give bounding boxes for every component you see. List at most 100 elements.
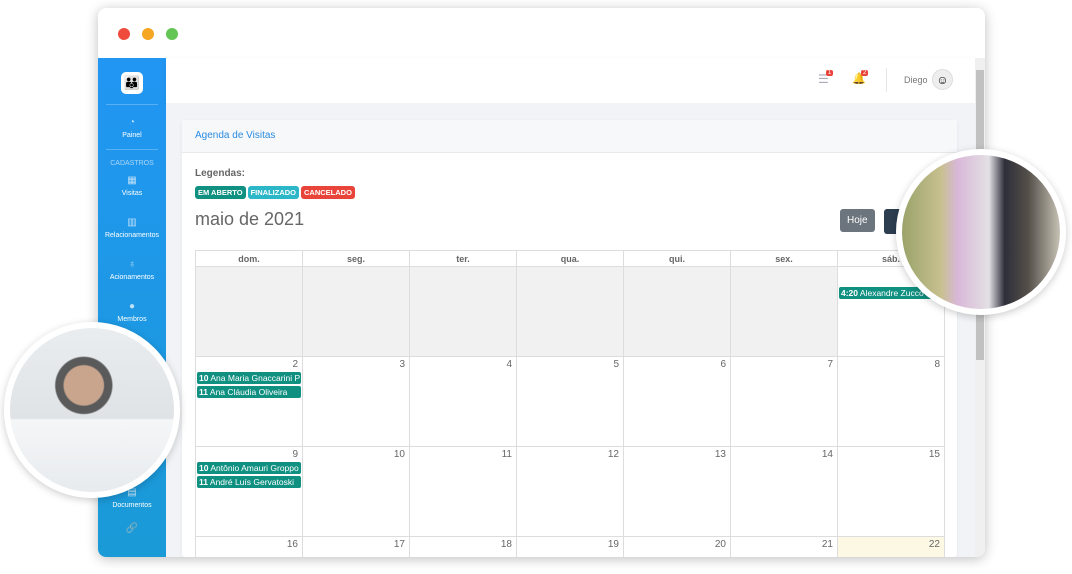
- sidebar-item-acionamentos[interactable]: ♁ Acionamentos: [98, 259, 166, 281]
- event-time: 4:20: [841, 288, 859, 298]
- main-content: Agenda de Visitas Legendas: EM ABERTO FIN…: [166, 103, 975, 557]
- week-row: 16 17 18 19 20 21 22: [195, 536, 945, 557]
- sidebar-item-label: Acionamentos: [109, 274, 155, 281]
- day-cell[interactable]: 17: [302, 536, 410, 557]
- minimize-dot[interactable]: [142, 28, 154, 40]
- sidebar-item-label: Relacionamentos: [104, 232, 160, 239]
- sidebar-item-label: Visitas: [121, 190, 143, 197]
- day-cell[interactable]: [730, 266, 838, 357]
- legend-canceled: CANCELADO: [301, 186, 355, 199]
- day-cell[interactable]: 3: [302, 356, 410, 447]
- event[interactable]: 11 André Luís Gervatoski: [197, 476, 301, 488]
- day-cell[interactable]: 20: [623, 536, 731, 557]
- avatar[interactable]: ☺: [932, 69, 953, 90]
- day-header: qua.: [516, 250, 624, 267]
- sidebar-item-relacionamentos[interactable]: ▥ Relacionamentos: [98, 217, 166, 239]
- day-cell[interactable]: 13: [623, 446, 731, 537]
- stethoscope-icon: ♁: [128, 259, 136, 270]
- week-row: 9 10 Antônio Amauri Groppo 11 André Luís…: [195, 446, 945, 537]
- day-cell[interactable]: 7: [730, 356, 838, 447]
- divider: [106, 149, 158, 150]
- user-icon: ●: [128, 301, 136, 312]
- event-time: 11: [199, 387, 208, 397]
- event[interactable]: 11 Ana Cláudia Oliveira: [197, 386, 301, 398]
- day-number: 9: [292, 449, 298, 460]
- event-name: Ana Cláudia Oliveira: [209, 387, 288, 397]
- link-icon[interactable]: 🔗: [98, 523, 166, 534]
- sidebar-item-label: Membros: [117, 316, 147, 323]
- day-cell[interactable]: 21: [730, 536, 838, 557]
- day-cell-today[interactable]: 22: [837, 536, 945, 557]
- day-cell[interactable]: 10: [302, 446, 410, 537]
- day-cell[interactable]: [516, 266, 624, 357]
- legend-open: EM ABERTO: [195, 186, 246, 199]
- day-cell[interactable]: 2 10 Ana Maria Gnaccarini P 11 Ana Cláud…: [195, 356, 303, 447]
- hospital-visit-photo: [896, 149, 1066, 315]
- section-label: CADASTROS: [110, 160, 154, 167]
- app-logo[interactable]: 👪: [121, 72, 143, 94]
- day-cell[interactable]: 15: [837, 446, 945, 537]
- close-dot[interactable]: [118, 28, 130, 40]
- day-header: seg.: [302, 250, 410, 267]
- month-title: maio de 2021: [195, 209, 305, 229]
- top-header: ☰ 1 🔔 2 Diego ☺: [166, 58, 975, 103]
- doctor-photo: [4, 322, 180, 498]
- event[interactable]: 10 Antônio Amauri Groppo: [197, 462, 301, 474]
- day-cell[interactable]: 6: [623, 356, 731, 447]
- day-number: 16: [286, 539, 298, 550]
- legend-label: Legendas:: [195, 168, 246, 179]
- tasks-badge: 1: [826, 70, 834, 76]
- day-cell[interactable]: [195, 266, 303, 357]
- today-button[interactable]: Hoje: [840, 209, 875, 232]
- sidebar-item-membros[interactable]: ● Membros: [98, 301, 166, 323]
- tasks-button[interactable]: ☰ 1: [818, 70, 834, 86]
- day-cell[interactable]: 8: [837, 356, 945, 447]
- day-cell[interactable]: 16: [195, 536, 303, 557]
- card-title: Agenda de Visitas: [182, 120, 957, 153]
- event-time: 10: [199, 373, 209, 383]
- day-cell[interactable]: [623, 266, 731, 357]
- divider: [106, 104, 158, 105]
- sidebar-item-visitas[interactable]: ▦ Visitas: [98, 175, 166, 197]
- event-time: 10: [199, 463, 209, 473]
- event[interactable]: 10 Ana Maria Gnaccarini P: [197, 372, 301, 384]
- calendar-icon: ▦: [127, 175, 137, 186]
- day-header: qui.: [623, 250, 731, 267]
- day-cell[interactable]: 18: [409, 536, 517, 557]
- event-name: Ana Maria Gnaccarini P: [210, 373, 301, 383]
- user-name[interactable]: Diego: [904, 75, 928, 85]
- day-cell[interactable]: [409, 266, 517, 357]
- bell-icon[interactable]: 🔔 2: [852, 70, 869, 85]
- event-name: Antônio Amauri Groppo: [210, 463, 299, 473]
- browser-window: 👪 ◔ Painel CADASTROS ▦ Visitas ▥ Relacionam…: [98, 8, 985, 557]
- event-time: 11: [199, 477, 208, 487]
- day-number: 2: [292, 359, 298, 370]
- header-divider: [886, 68, 887, 92]
- event-name: Alexandre Zucco: [859, 288, 924, 298]
- notif-badge: 2: [861, 70, 869, 76]
- day-header: dom.: [195, 250, 303, 267]
- building-icon: ▥: [127, 217, 137, 228]
- sidebar-item-label: Documentos: [112, 502, 152, 509]
- legend-finished: FINALIZADO: [247, 186, 300, 199]
- maximize-dot[interactable]: [166, 28, 178, 40]
- day-cell[interactable]: 14: [730, 446, 838, 537]
- day-cell[interactable]: 11: [409, 446, 517, 537]
- agenda-card: Agenda de Visitas Legendas: EM ABERTO FIN…: [182, 120, 957, 557]
- day-header: sex.: [730, 250, 838, 267]
- sidebar-item-label: Painel: [122, 132, 142, 139]
- day-cell[interactable]: 19: [516, 536, 624, 557]
- day-header: ter.: [409, 250, 517, 267]
- week-row: 2 10 Ana Maria Gnaccarini P 11 Ana Cláud…: [195, 356, 945, 447]
- sidebar-item-painel[interactable]: ◔ Painel: [98, 117, 166, 139]
- dashboard-icon: ◔: [128, 117, 136, 128]
- day-cell[interactable]: 5: [516, 356, 624, 447]
- day-cell[interactable]: 12: [516, 446, 624, 537]
- calendar-grid: dom. seg. ter. qua. qui. sex. sáb. 4:20 Alexan…: [195, 250, 945, 557]
- event-name: André Luís Gervatoski: [209, 477, 295, 487]
- day-cell[interactable]: [302, 266, 410, 357]
- header-row: dom. seg. ter. qua. qui. sex. sáb.: [195, 250, 945, 267]
- week-row: 4:20 Alexandre Zucco: [195, 266, 945, 357]
- day-cell[interactable]: 9 10 Antônio Amauri Groppo 11 André Luís…: [195, 446, 303, 537]
- day-cell[interactable]: 4: [409, 356, 517, 447]
